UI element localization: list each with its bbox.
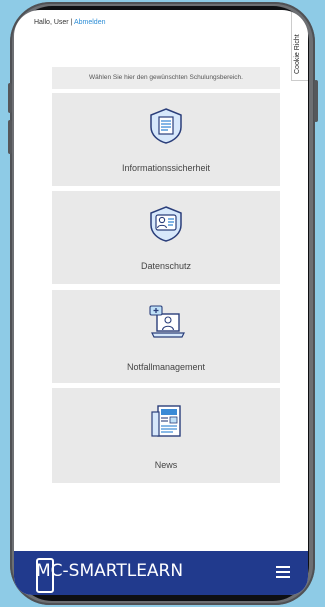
greeting-text: Hallo, User |: [34, 19, 73, 26]
card-label: Notfallmanagement: [126, 362, 206, 372]
laptop-support-icon: [149, 305, 185, 338]
user-bar: Hallo, User | Abmelden: [34, 19, 105, 26]
logout-link[interactable]: Abmelden: [74, 19, 106, 26]
side-button-right: [314, 80, 318, 122]
newspaper-icon: [151, 405, 181, 437]
card-datenschutz[interactable]: Datenschutz: [52, 191, 280, 284]
bottom-navbar: MC-SMARTLEARN: [14, 551, 308, 595]
shield-person-icon: [150, 206, 182, 242]
card-news[interactable]: News: [52, 388, 280, 483]
card-label: News: [154, 460, 178, 470]
brand-logo[interactable]: MC-SMARTLEARN: [36, 561, 183, 581]
side-button-left-2: [8, 120, 12, 154]
shield-document-icon: [150, 108, 182, 144]
card-label: Datenschutz: [140, 261, 192, 271]
app-screen: Hallo, User | Abmelden Cookie Richt Wähl…: [14, 10, 308, 595]
card-label: Informationssicherheit: [121, 163, 211, 173]
hamburger-menu-icon[interactable]: [276, 566, 290, 578]
cookie-settings-tab[interactable]: Cookie Richt: [291, 10, 308, 81]
side-button-left-1: [8, 83, 12, 113]
intro-text: Wählen Sie hier den gewünschten Schulung…: [52, 67, 280, 89]
card-informationssicherheit[interactable]: Informationssicherheit: [52, 93, 280, 186]
cookie-tab-label: Cookie Richt: [294, 34, 301, 74]
card-notfallmanagement[interactable]: Notfallmanagement: [52, 290, 280, 383]
